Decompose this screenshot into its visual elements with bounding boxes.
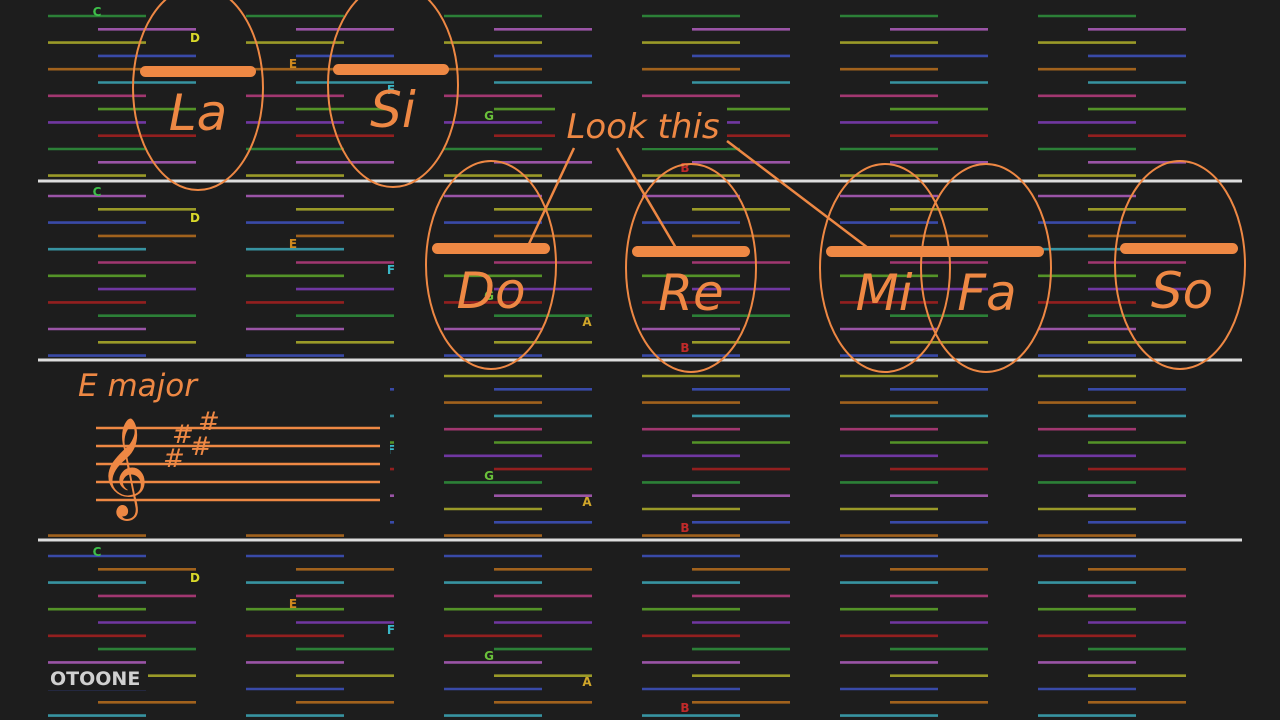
note-letter-f: F	[387, 623, 395, 637]
note-letter-d: D	[190, 31, 200, 45]
note-letter-d: D	[190, 571, 200, 585]
note-letter-b: B	[680, 521, 689, 535]
note-letter-c: C	[93, 5, 102, 19]
solfege-label-mi: Mi	[855, 264, 912, 322]
note-mi-fa-bar	[826, 246, 1044, 257]
pointer-line-re	[615, 147, 678, 249]
solfege-label-re: Re	[658, 264, 724, 322]
brand-name: OTOONE	[50, 668, 140, 690]
solfege-label-so: So	[1151, 262, 1213, 320]
sharp-icon: #	[190, 432, 212, 462]
solfege-label-do: Do	[456, 262, 525, 320]
note-letter-a: A	[582, 495, 592, 509]
note-si-bar	[333, 64, 449, 75]
note-letter-e: E	[289, 597, 297, 611]
note-letter-g: G	[484, 649, 494, 663]
note-letter-b: B	[680, 701, 689, 715]
sharp-icon: #	[163, 444, 185, 474]
key-signature-panel: E major 𝄞 # # # #	[40, 364, 390, 534]
treble-clef-icon: 𝄞	[98, 417, 149, 521]
note-letter-f: F	[387, 263, 395, 277]
note-letter-b: B	[680, 341, 689, 355]
note-so-bar	[1120, 243, 1238, 254]
note-re-bar	[632, 246, 750, 257]
note-do: Do	[425, 160, 557, 370]
note-letter-c: C	[93, 185, 102, 199]
note-letter-c: C	[93, 545, 102, 559]
look-this-label: Look this	[566, 107, 719, 147]
note-letter-d: D	[190, 211, 200, 225]
solfege-label-si: Si	[370, 81, 416, 139]
solfege-label-la: La	[169, 84, 228, 142]
note-letter-e: E	[289, 57, 297, 71]
music-staff-canvas: CDEFGABCDEFGABCDEFGABCDEFGAB La Si Do Re…	[38, 0, 1246, 717]
note-letter-a: A	[582, 315, 592, 329]
solfege-label-fa: Fa	[957, 264, 1016, 322]
note-letter-e: E	[289, 237, 297, 251]
note-letter-g: G	[484, 469, 494, 483]
note-letter-g: G	[484, 109, 494, 123]
note-do-bar	[432, 243, 550, 254]
key-signature-label: E major	[78, 368, 199, 404]
pointer-line-mi	[726, 140, 869, 249]
note-la-bar	[140, 66, 256, 77]
note-so: So	[1114, 160, 1246, 370]
brand-logo: OTOONE	[44, 664, 148, 690]
note-letter-a: A	[582, 675, 592, 689]
